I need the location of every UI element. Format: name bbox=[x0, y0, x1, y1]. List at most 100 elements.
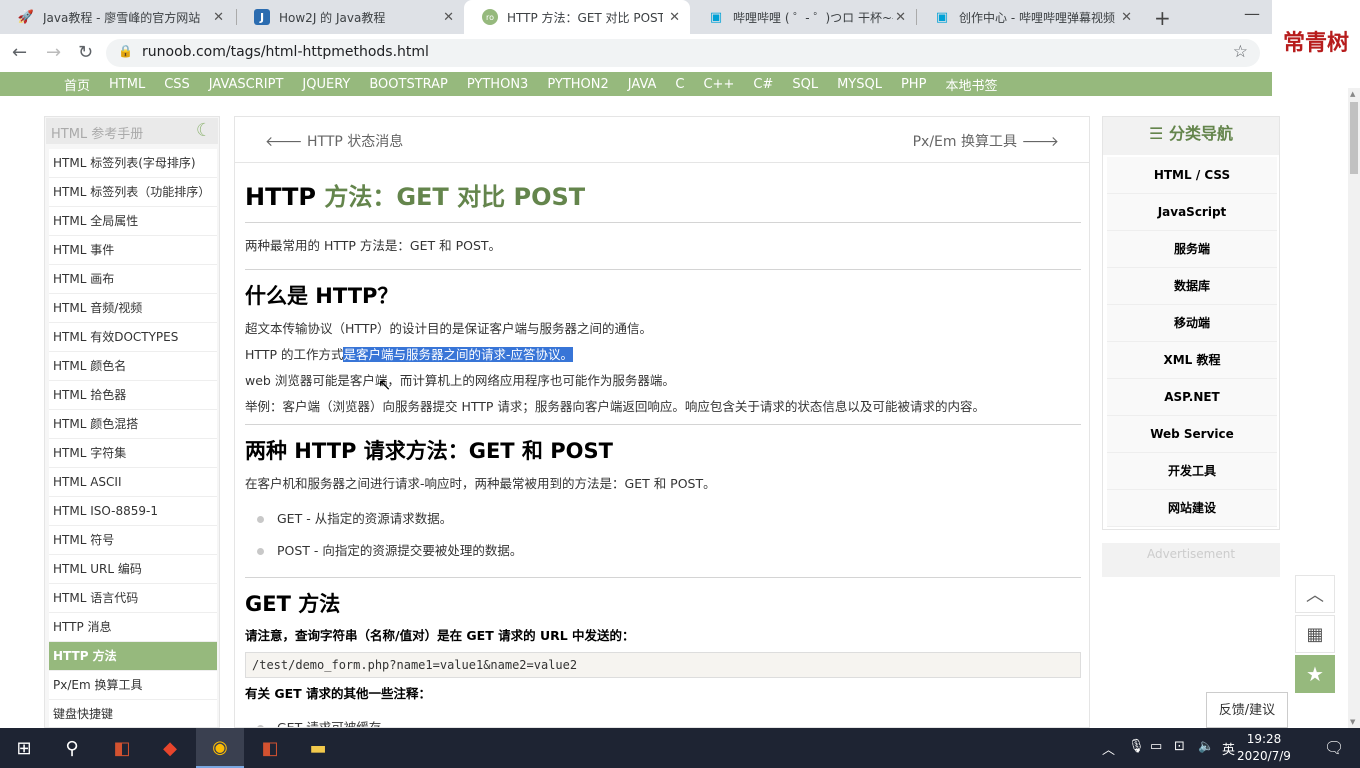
close-icon[interactable]: ✕ bbox=[443, 10, 454, 25]
sidebar-item[interactable]: HTML 字符集 bbox=[49, 439, 217, 468]
page-title: HTTP 方法：GET 对比 POST bbox=[245, 177, 1081, 212]
nav-item-cpp[interactable]: C++ bbox=[703, 77, 734, 92]
tray-expand-icon[interactable]: ︿ bbox=[1102, 739, 1115, 758]
sidebar-search-input[interactable]: HTML 参考手册 ☾ bbox=[46, 118, 218, 144]
sidebar-item[interactable]: HTML 事件 bbox=[49, 236, 217, 265]
sidebar-item[interactable]: HTML 标签列表（功能排序） bbox=[49, 178, 217, 207]
close-icon[interactable]: ✕ bbox=[1121, 10, 1132, 25]
page-scrollbar[interactable]: ▲ ▼ bbox=[1348, 88, 1360, 728]
nav-item-html[interactable]: HTML bbox=[109, 77, 145, 92]
sidebar-item[interactable]: HTML 符号 bbox=[49, 526, 217, 555]
sidebar-item-active[interactable]: HTTP 方法 bbox=[49, 642, 217, 671]
browser-tab[interactable]: J How2J 的 Java教程 ✕ bbox=[236, 0, 464, 34]
next-link[interactable]: Px/Em 换算工具 🡒 bbox=[913, 131, 1059, 151]
volume-icon[interactable]: 🔈 bbox=[1198, 739, 1214, 754]
nav-item-python2[interactable]: PYTHON2 bbox=[547, 77, 608, 92]
feedback-button[interactable]: 反馈/建议 bbox=[1206, 692, 1288, 728]
search-placeholder: HTML 参考手册 bbox=[51, 127, 144, 142]
sidebar-item[interactable]: Px/Em 换算工具 bbox=[49, 671, 217, 700]
moon-icon[interactable]: ☾ bbox=[196, 120, 212, 141]
next-link-label[interactable]: Px/Em 换算工具 bbox=[913, 134, 1017, 150]
category-nav-item[interactable]: JavaScript bbox=[1107, 194, 1277, 231]
sidebar-item[interactable]: HTML 音频/视频 bbox=[49, 294, 217, 323]
windows-start-icon[interactable]: ⊞ bbox=[0, 728, 48, 768]
powerpoint-icon[interactable]: ◧ bbox=[98, 728, 146, 768]
category-nav-item[interactable]: Web Service bbox=[1107, 416, 1277, 453]
category-nav-item[interactable]: ASP.NET bbox=[1107, 379, 1277, 416]
category-nav-item[interactable]: 服务端 bbox=[1107, 231, 1277, 268]
nav-item-csharp[interactable]: C# bbox=[753, 77, 773, 92]
search-icon[interactable]: ⚲ bbox=[48, 728, 96, 768]
prev-link-label[interactable]: HTTP 状态消息 bbox=[307, 134, 403, 150]
qrcode-button[interactable]: ▦ bbox=[1295, 615, 1335, 653]
nav-item-css[interactable]: CSS bbox=[164, 77, 190, 92]
sidebar-item[interactable]: HTML ISO-8859-1 bbox=[49, 497, 217, 526]
sidebar-item[interactable]: HTML 颜色名 bbox=[49, 352, 217, 381]
prev-link[interactable]: 🡐 HTTP 状态消息 bbox=[265, 131, 403, 151]
close-icon[interactable]: ✕ bbox=[213, 10, 224, 25]
scroll-down-icon[interactable]: ▼ bbox=[1350, 718, 1355, 726]
nav-item-sql[interactable]: SQL bbox=[792, 77, 818, 92]
nav-item-c[interactable]: C bbox=[675, 77, 684, 92]
tab-title: Java教程 - 廖雪峰的官方网站 bbox=[43, 10, 201, 25]
file-explorer-icon[interactable]: ▬ bbox=[294, 728, 342, 768]
battery-icon[interactable]: ▭ bbox=[1150, 739, 1162, 754]
wps-icon[interactable]: ◆ bbox=[146, 728, 194, 768]
sidebar-item[interactable]: HTML 颜色混搭 bbox=[49, 410, 217, 439]
bookmark-star-icon[interactable]: ☆ bbox=[1233, 42, 1248, 62]
nav-item-bookmarks[interactable]: 本地书签 bbox=[945, 75, 997, 94]
nav-item-jquery[interactable]: JQUERY bbox=[302, 77, 350, 92]
notification-icon[interactable]: 🗨 bbox=[1324, 738, 1344, 757]
back-to-top-button[interactable]: ︿ bbox=[1295, 575, 1335, 613]
category-nav-item[interactable]: XML 教程 bbox=[1107, 342, 1277, 379]
browser-tab[interactable]: ▣ 哔哩哔哩 ( ゜- ゜)つロ 干杯~-b ✕ bbox=[690, 0, 916, 34]
new-tab-icon[interactable]: + bbox=[1154, 6, 1171, 30]
powerpoint-icon[interactable]: ◧ bbox=[246, 728, 294, 768]
nav-item-bootstrap[interactable]: BOOTSTRAP bbox=[369, 77, 448, 92]
close-icon[interactable]: ✕ bbox=[669, 10, 680, 25]
sidebar-item[interactable]: HTML 全局属性 bbox=[49, 207, 217, 236]
category-nav-item[interactable]: 数据库 bbox=[1107, 268, 1277, 305]
category-nav-item[interactable]: 移动端 bbox=[1107, 305, 1277, 342]
sidebar-item[interactable]: HTML URL 编码 bbox=[49, 555, 217, 584]
nav-item-java[interactable]: JAVA bbox=[628, 77, 657, 92]
favorite-button[interactable]: ★ bbox=[1295, 655, 1335, 693]
microphone-icon[interactable]: 🎙 bbox=[1128, 739, 1145, 754]
sidebar-item[interactable]: 键盘快捷键 bbox=[49, 700, 217, 727]
forward-icon[interactable]: → bbox=[46, 42, 61, 63]
chrome-icon[interactable]: ◉ bbox=[196, 728, 244, 768]
minimize-icon[interactable]: — bbox=[1244, 4, 1260, 23]
nav-item-javascript[interactable]: JAVASCRIPT bbox=[209, 77, 284, 92]
right-sidebar: ☰ 分类导航 HTML / CSS JavaScript 服务端 数据库 移动端 XML … bbox=[1102, 116, 1280, 530]
sidebar-item[interactable]: HTML 语言代码 bbox=[49, 584, 217, 613]
method-desc: - 向指定的资源提交要被处理的数据。 bbox=[309, 543, 523, 558]
sidebar-item[interactable]: HTML 标签列表(字母排序) bbox=[49, 149, 217, 178]
arrow-left-icon: 🡐 bbox=[265, 134, 307, 150]
browser-tab-active[interactable]: ro HTTP 方法：GET 对比 POST | ✕ bbox=[464, 0, 690, 34]
sidebar-item[interactable]: HTML ASCII bbox=[49, 468, 217, 497]
back-icon[interactable]: ← bbox=[12, 42, 27, 63]
reload-icon[interactable]: ↻ bbox=[78, 42, 93, 63]
browser-tab[interactable]: ▣ 创作中心 - 哔哩哔哩弹幕视频 ✕ bbox=[916, 0, 1142, 34]
close-icon[interactable]: ✕ bbox=[895, 10, 906, 25]
nav-item-mysql[interactable]: MYSQL bbox=[837, 77, 882, 92]
taskbar-clock[interactable]: 19:28 2020/7/9 bbox=[1234, 731, 1294, 765]
nav-item-php[interactable]: PHP bbox=[901, 77, 926, 92]
lock-icon[interactable]: 🔒 bbox=[118, 44, 133, 58]
url-omnibox[interactable]: 🔒 runoob.com/tags/html-httpmethods.html … bbox=[106, 39, 1260, 67]
sidebar-item[interactable]: HTML 画布 bbox=[49, 265, 217, 294]
nav-item-home[interactable]: 首页 bbox=[64, 75, 90, 94]
sidebar-item[interactable]: HTTP 消息 bbox=[49, 613, 217, 642]
category-nav-item[interactable]: 网站建设 bbox=[1107, 490, 1277, 527]
url-text[interactable]: runoob.com/tags/html-httpmethods.html bbox=[142, 44, 429, 60]
sidebar-item[interactable]: HTML 有效DOCTYPES bbox=[49, 323, 217, 352]
sidebar-item[interactable]: HTML 拾色器 bbox=[49, 381, 217, 410]
category-nav-item[interactable]: HTML / CSS bbox=[1107, 157, 1277, 194]
nav-item-python3[interactable]: PYTHON3 bbox=[467, 77, 528, 92]
logo-subtext bbox=[1315, 57, 1317, 64]
scroll-up-icon[interactable]: ▲ bbox=[1350, 90, 1355, 98]
category-nav-item[interactable]: 开发工具 bbox=[1107, 453, 1277, 490]
scrollbar-thumb[interactable] bbox=[1350, 102, 1358, 174]
browser-tab[interactable]: 🚀 Java教程 - 廖雪峰的官方网站 ✕ bbox=[0, 0, 234, 34]
network-icon[interactable]: ⊡ bbox=[1174, 739, 1185, 754]
